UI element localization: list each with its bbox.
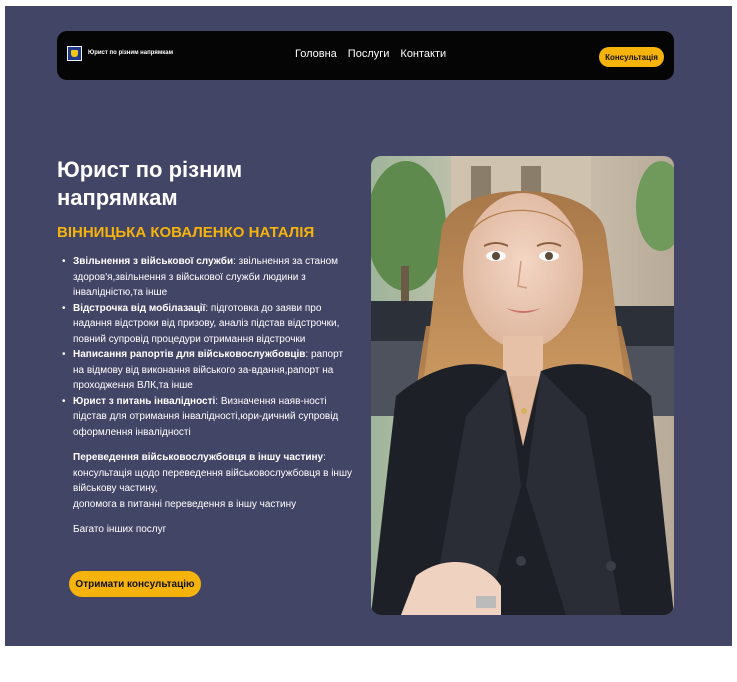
shield-logo-icon[interactable] xyxy=(67,46,82,61)
lawyer-name: ВІННИЦЬКА КОВАЛЕНКО НАТАЛІЯ xyxy=(57,224,315,241)
lawyer-photo xyxy=(371,156,674,615)
service-title: Звільнення з військової служби xyxy=(73,256,234,267)
brand-name[interactable]: Юрист по різним напрямкам xyxy=(88,50,173,56)
more-services-text: Багато інших послуг xyxy=(73,524,167,535)
transfer-line-2: допомога в питанні переведення в іншу ча… xyxy=(73,498,297,510)
page-background: Юрист по різним напрямкам Головна Послуг… xyxy=(5,6,732,646)
service-item-disability: Юрист з питань інвалідності: Визначення … xyxy=(62,394,355,441)
services-list: Звільнення з військової служби: звільнен… xyxy=(62,254,355,538)
transfer-title: Переведення військовослужбовця в іншу ча… xyxy=(73,452,324,463)
nav-link-home[interactable]: Головна xyxy=(295,48,337,60)
service-item-deferment: Відстрочка від мобілазації: підготовка д… xyxy=(62,301,355,348)
service-title: Написання рапортів для військовослужбовц… xyxy=(73,349,306,360)
service-item-discharge: Звільнення з військової служби: звільнен… xyxy=(62,254,355,301)
navbar: Юрист по різним напрямкам Головна Послуг… xyxy=(57,31,674,80)
nav-link-services[interactable]: Послуги xyxy=(348,48,390,60)
transfer-separator: : xyxy=(323,452,326,463)
hero-title: Юрист по різним напрямкам xyxy=(57,157,243,210)
transfer-service: Переведення військовослужбовця в іншу ча… xyxy=(73,450,355,512)
service-item-reports: Написання рапортів для військовослужбовц… xyxy=(62,347,355,394)
service-title: Юрист з питань інвалідності xyxy=(73,395,216,407)
transfer-line-1: консультація щодо переведення військовос… xyxy=(73,467,352,495)
service-title: Відстрочка від мобілазації xyxy=(73,302,206,314)
nav-links: Головна Послуги Контакти xyxy=(295,48,446,60)
consultation-button[interactable]: Консультація xyxy=(599,47,664,67)
get-consultation-button[interactable]: Отримати консультацію xyxy=(69,571,201,597)
nav-link-contacts[interactable]: Контакти xyxy=(400,48,446,60)
